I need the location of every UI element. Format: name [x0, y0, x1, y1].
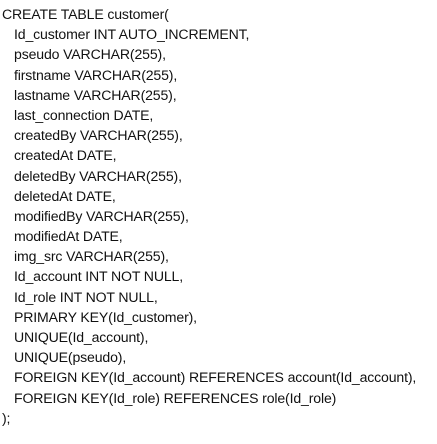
- column-deleted-at: deletedAt DATE,: [14, 187, 116, 204]
- create-table-line: CREATE TABLE customer(: [2, 6, 169, 22]
- column-img-src: img_src VARCHAR(255),: [14, 248, 169, 265]
- primary-key-constraint: PRIMARY KEY(Id_customer),: [14, 308, 197, 325]
- foreign-key-role: FOREIGN KEY(Id_role) REFERENCES role(Id_…: [14, 389, 337, 406]
- sql-code-block: CREATE TABLE customer( Id_customer INT A…: [2, 4, 435, 428]
- column-modified-at: modifiedAt DATE,: [14, 228, 123, 245]
- column-created-by: createdBy VARCHAR(255),: [14, 127, 183, 144]
- column-deleted-by: deletedBy VARCHAR(255),: [14, 167, 182, 184]
- column-lastname: lastname VARCHAR(255),: [14, 86, 177, 103]
- unique-pseudo-constraint: UNIQUE(pseudo),: [14, 349, 127, 366]
- column-id-account: Id_account INT NOT NULL,: [14, 268, 183, 285]
- unique-account-constraint: UNIQUE(Id_account),: [14, 329, 149, 345]
- column-id-role: Id_role INT NOT NULL,: [14, 288, 158, 305]
- foreign-key-account: FOREIGN KEY(Id_account) REFERENCES accou…: [14, 369, 417, 386]
- column-last-connection: last_connection DATE,: [14, 106, 154, 123]
- column-pseudo: pseudo VARCHAR(255),: [14, 46, 166, 63]
- column-created-at: createdAt DATE,: [14, 147, 117, 164]
- close-statement-line: );: [2, 409, 11, 426]
- column-firstname: firstname VARCHAR(255),: [14, 66, 178, 83]
- column-modified-by: modifiedBy VARCHAR(255),: [14, 207, 189, 224]
- column-id-customer: Id_customer INT AUTO_INCREMENT,: [14, 26, 250, 43]
